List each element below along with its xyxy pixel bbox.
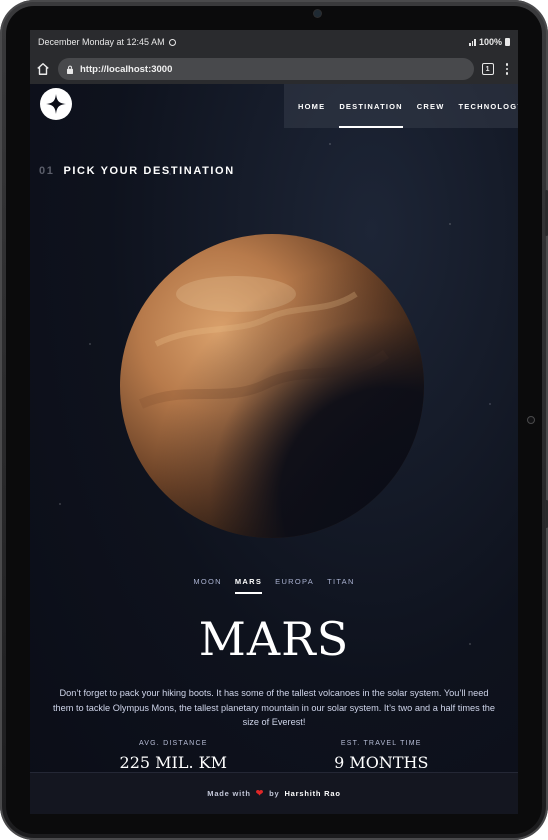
signal-icon: [469, 38, 476, 46]
lock-icon: [66, 65, 74, 74]
footer-author-link[interactable]: Harshith Rao: [284, 789, 340, 798]
heading-number: 01: [39, 165, 55, 177]
planet-image: [120, 234, 424, 538]
planet-description: Don’t forget to pack your hiking boots. …: [52, 688, 496, 728]
footer-made-with: Made with: [207, 789, 251, 798]
side-sensor: [527, 416, 535, 424]
home-icon[interactable]: [36, 62, 50, 76]
tab-moon[interactable]: MOON: [193, 577, 222, 594]
front-camera: [314, 10, 321, 17]
status-bar: December Monday at 12:45 AM 100%: [30, 30, 518, 54]
planet-title: MARS: [198, 612, 350, 666]
footer-by: by: [269, 789, 280, 798]
nav-item-label: CREW: [416, 101, 445, 111]
stat-label: EST. TRAVEL TIME: [340, 740, 422, 747]
planet-stats: AVG. DISTANCE 225 MIL. KM EST. TRAVEL TI…: [30, 740, 518, 772]
page-footer: Made with ❤ by Harshith Rao: [30, 772, 518, 814]
status-time: December Monday at 12:45 AM: [38, 37, 165, 47]
url-text: http://localhost:3000: [80, 63, 173, 75]
stat-travel-time: EST. TRAVEL TIME 9 MONTHS: [334, 740, 428, 772]
menu-icon[interactable]: [502, 63, 512, 75]
website-page: HOME DESTINATION CREW TECHNOLOGY 01 PICK…: [30, 84, 518, 814]
nav-item-crew[interactable]: CREW: [417, 84, 445, 128]
stat-value: 225 MIL. KM: [119, 753, 227, 772]
nav-item-label: HOME: [298, 101, 326, 111]
notification-icon: [168, 38, 176, 46]
tab-mars[interactable]: MARS: [234, 577, 263, 594]
tab-titan[interactable]: TITAN: [327, 577, 355, 594]
address-bar[interactable]: http://localhost:3000: [58, 58, 474, 80]
nav-item-label: DESTINATION: [339, 101, 403, 111]
nav-item-label: TECHNOLOGY: [458, 101, 518, 111]
heart-icon: ❤: [255, 788, 265, 798]
battery-percent: 100%: [478, 37, 502, 47]
tablet-device-frame: December Monday at 12:45 AM 100% http://…: [0, 0, 548, 840]
destination-tabs: MOON MARS EUROPA TITAN: [30, 577, 518, 594]
logo-star-icon[interactable]: [40, 88, 72, 120]
stat-value: 9 MONTHS: [334, 753, 429, 772]
nav-item-technology[interactable]: TECHNOLOGY: [459, 84, 518, 128]
primary-nav: HOME DESTINATION CREW TECHNOLOGY: [284, 84, 518, 128]
page-heading: 01 PICK YOUR DESTINATION: [39, 165, 235, 177]
tab-europa[interactable]: EUROPA: [275, 577, 314, 594]
heading-text: PICK YOUR DESTINATION: [63, 165, 235, 177]
nav-item-home[interactable]: HOME: [298, 84, 325, 128]
tabs-icon[interactable]: 1: [481, 63, 494, 75]
stat-label: AVG. DISTANCE: [138, 740, 208, 747]
nav-item-destination[interactable]: DESTINATION: [339, 84, 404, 128]
browser-toolbar: http://localhost:3000 1: [30, 54, 518, 84]
battery-icon: [505, 38, 510, 46]
screen: December Monday at 12:45 AM 100% http://…: [30, 30, 518, 814]
stat-distance: AVG. DISTANCE 225 MIL. KM: [120, 740, 227, 772]
